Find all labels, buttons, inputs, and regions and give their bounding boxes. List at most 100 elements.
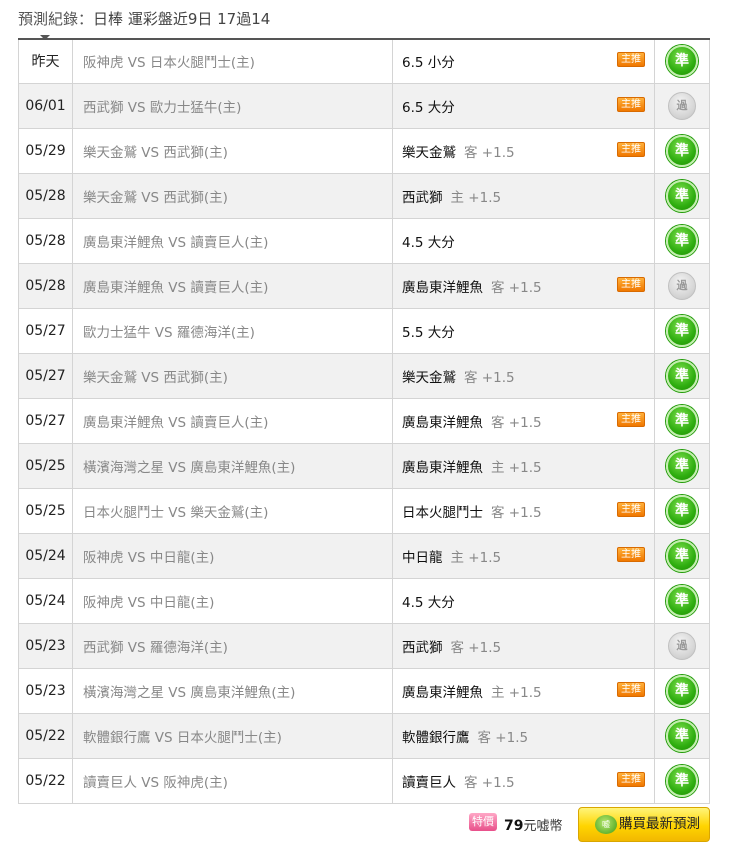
table-row: 昨天 阪神虎 VS 日本火腿鬥士(主) 6.5 小分 主推 準 — [18, 38, 710, 84]
pick-main: 西武獅 — [402, 639, 443, 656]
row-date: 昨天 — [18, 38, 73, 84]
pass-badge-icon: 過 — [668, 271, 696, 300]
row-date: 05/27 — [18, 397, 73, 444]
table-row: 05/27 廣島東洋鯉魚 VS 讀賣巨人(主) 廣島東洋鯉魚客 +1.5 主推 準 — [18, 397, 710, 444]
row-match: 樂天金鷲 VS 西武獅(主) — [72, 352, 393, 399]
header-label: 預測紀錄： — [18, 10, 94, 28]
row-date: 05/24 — [18, 577, 73, 624]
prediction-table-wrap: 昨天 阪神虎 VS 日本火腿鬥士(主) 6.5 小分 主推準 06/01 西武獅 VS 歐… — [18, 35, 710, 804]
pass-badge-icon: 過 — [668, 91, 696, 120]
win-badge-icon: 準 — [666, 674, 698, 707]
featured-tag: 主推 — [617, 52, 645, 68]
row-match: 阪神虎 VS 日本火腿鬥士(主) — [72, 38, 393, 84]
price-value: 79 — [504, 818, 524, 834]
win-badge-icon: 準 — [666, 584, 698, 617]
prediction-table: 昨天 阪神虎 VS 日本火腿鬥士(主) 6.5 小分 主推準 06/01 西武獅 VS 歐… — [18, 38, 710, 804]
row-date: 05/29 — [18, 127, 73, 174]
coin-icon: 嘘 — [595, 815, 617, 834]
featured-tag: 主推 — [617, 771, 645, 787]
pick-handicap: 主 +1.5 — [491, 459, 542, 476]
row-pick: 廣島東洋鯉魚主 +1.5 主推 — [392, 667, 655, 714]
row-match: 樂天金鷲 VS 西武獅(主) — [72, 172, 393, 219]
row-date: 05/24 — [18, 532, 73, 579]
row-result: 過 — [654, 82, 710, 129]
win-badge-icon: 準 — [666, 404, 698, 437]
row-match: 樂天金鷲 VS 西武獅(主) — [72, 127, 393, 174]
pick-main: 6.5 小分 — [402, 55, 455, 72]
row-pick: 日本火腿鬥士客 +1.5 主推 — [392, 487, 655, 534]
row-pick: 廣島東洋鯉魚主 +1.5 — [392, 442, 655, 489]
row-pick: 讀賣巨人客 +1.5 主推 — [392, 757, 655, 804]
pick-handicap: 主 +1.5 — [450, 549, 502, 566]
buy-latest-prediction-button[interactable]: 嘘 購買最新預測 — [578, 807, 710, 842]
row-pick: 西武獅主 +1.5 — [392, 172, 655, 219]
row-date: 05/27 — [18, 352, 73, 399]
row-pick: 5.5 大分 — [392, 307, 655, 354]
header-summary: 運彩盤近9日 17過14 — [127, 10, 271, 28]
featured-tag: 主推 — [617, 501, 645, 517]
row-pick: 4.5 大分 — [392, 577, 655, 624]
row-result: 準 — [654, 757, 710, 804]
row-match: 軟體銀行鷹 VS 日本火腿鬥士(主) — [72, 712, 393, 759]
pick-main: 5.5 大分 — [402, 324, 455, 341]
table-row: 05/28 廣島東洋鯉魚 VS 讀賣巨人(主) 4.5 大分 準 — [18, 217, 710, 264]
pick-main: 讀賣巨人 — [402, 774, 456, 791]
pick-main: 4.5 大分 — [402, 594, 455, 611]
pick-main: 廣島東洋鯉魚 — [402, 279, 483, 296]
featured-tag: 主推 — [617, 411, 645, 427]
pick-handicap: 客 +1.5 — [491, 504, 542, 521]
row-result: 準 — [654, 577, 710, 624]
pick-main: 軟體銀行鷹 — [402, 729, 470, 746]
win-badge-icon: 準 — [666, 45, 698, 78]
featured-tag: 主推 — [617, 276, 645, 292]
row-pick: 4.5 大分 — [392, 217, 655, 264]
win-badge-icon: 準 — [666, 539, 698, 572]
row-result: 過 — [654, 622, 710, 669]
row-date: 05/23 — [18, 667, 73, 714]
pick-main: 樂天金鷲 — [402, 144, 456, 161]
pick-handicap: 客 +1.5 — [464, 144, 515, 161]
table-row: 05/27 歐力士猛牛 VS 羅德海洋(主) 5.5 大分 準 — [18, 307, 710, 354]
pick-main: 樂天金鷲 — [402, 369, 456, 386]
row-result: 準 — [654, 307, 710, 354]
row-match: 阪神虎 VS 中日龍(主) — [72, 577, 393, 624]
row-match: 讀賣巨人 VS 阪神虎(主) — [72, 757, 393, 804]
row-match: 廣島東洋鯉魚 VS 讀賣巨人(主) — [72, 217, 393, 264]
featured-tag: 主推 — [617, 96, 645, 112]
pick-handicap: 主 +1.5 — [450, 189, 502, 206]
row-pick: 樂天金鷲客 +1.5 主推 — [392, 127, 655, 174]
row-result: 過 — [654, 262, 710, 309]
header-league: 日棒 — [93, 10, 124, 28]
pick-main: 日本火腿鬥士 — [402, 504, 483, 521]
row-date: 05/28 — [18, 172, 73, 219]
win-badge-icon: 準 — [666, 359, 698, 392]
price-text: 79元嘘幣 — [504, 815, 563, 834]
pick-main: 西武獅 — [402, 189, 443, 206]
row-match: 西武獅 VS 羅德海洋(主) — [72, 622, 393, 669]
row-result: 準 — [654, 172, 710, 219]
row-date: 05/23 — [18, 622, 73, 669]
row-result: 準 — [654, 667, 710, 714]
win-badge-icon: 準 — [666, 764, 698, 797]
row-date: 05/27 — [18, 307, 73, 354]
row-match: 廣島東洋鯉魚 VS 讀賣巨人(主) — [72, 262, 393, 309]
table-row: 05/25 日本火腿鬥士 VS 樂天金鷲(主) 日本火腿鬥士客 +1.5 主推 準 — [18, 487, 710, 534]
row-result: 準 — [654, 487, 710, 534]
table-row: 05/28 樂天金鷲 VS 西武獅(主) 西武獅主 +1.5 準 — [18, 172, 710, 219]
table-row: 05/23 西武獅 VS 羅德海洋(主) 西武獅客 +1.5 過 — [18, 622, 710, 669]
table-row: 05/27 樂天金鷲 VS 西武獅(主) 樂天金鷲客 +1.5 準 — [18, 352, 710, 399]
pick-handicap: 客 +1.5 — [491, 279, 542, 296]
win-badge-icon: 準 — [666, 134, 698, 167]
pick-handicap: 客 +1.5 — [491, 414, 542, 431]
win-badge-icon: 準 — [666, 224, 698, 257]
caret-down-icon — [40, 35, 50, 40]
purchase-bar: 特價 79元嘘幣 嘘 購買最新預測 — [0, 806, 730, 846]
pass-badge-icon: 過 — [668, 631, 696, 660]
row-pick: 廣島東洋鯉魚客 +1.5 主推 — [392, 262, 655, 309]
win-badge-icon: 準 — [666, 179, 698, 212]
row-result: 準 — [654, 442, 710, 489]
featured-tag: 主推 — [617, 546, 645, 562]
table-row: 06/01 西武獅 VS 歐力士猛牛(主) 6.5 大分 主推 過 — [18, 82, 710, 129]
row-result: 準 — [654, 352, 710, 399]
row-match: 橫濱海灣之星 VS 廣島東洋鯉魚(主) — [72, 667, 393, 714]
